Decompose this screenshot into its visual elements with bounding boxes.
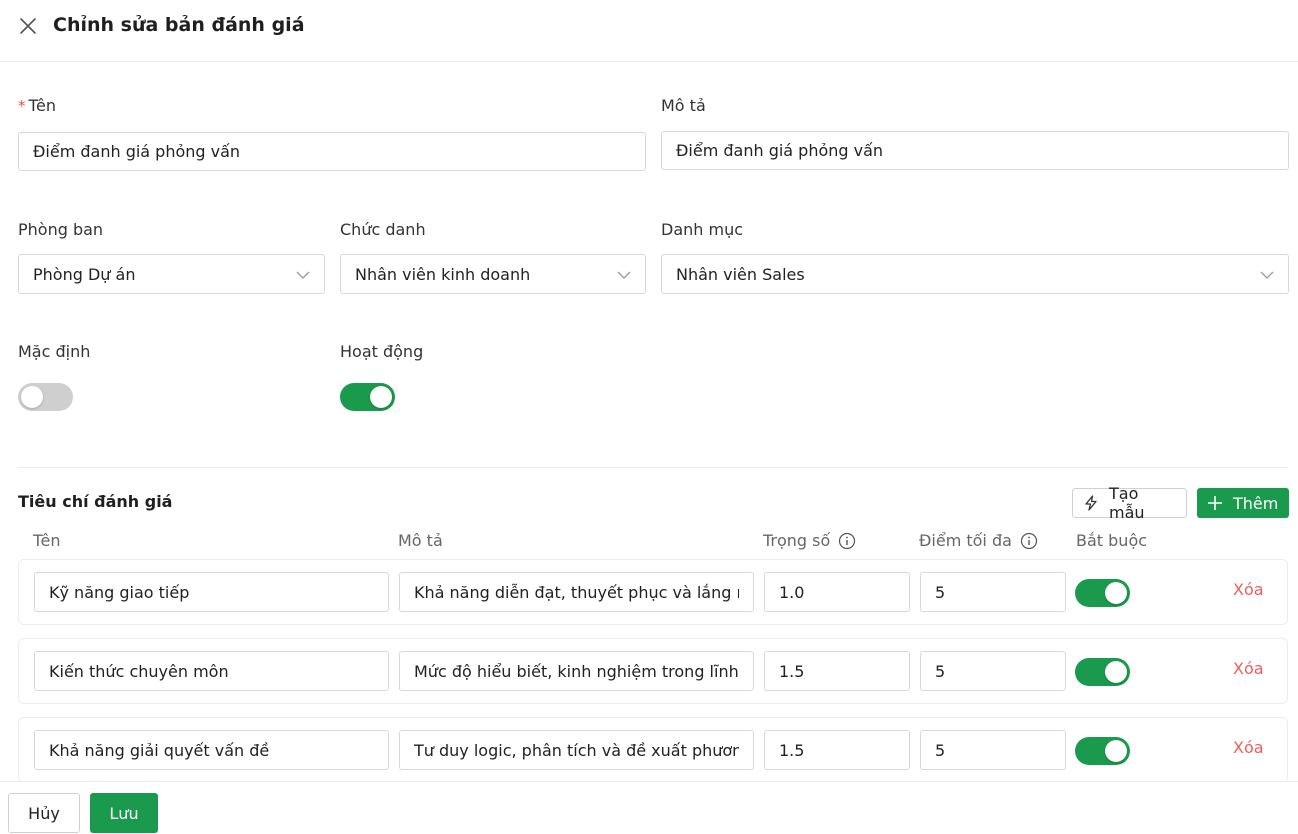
delete-criterion-link[interactable]: Xóa xyxy=(1233,580,1264,599)
criterion-name-input[interactable] xyxy=(34,730,389,770)
category-label: Danh mục xyxy=(661,220,744,239)
add-criterion-label: Thêm xyxy=(1233,493,1279,513)
toggle-knob xyxy=(1105,740,1127,762)
criterion-weight-input[interactable] xyxy=(764,651,910,691)
column-weight-text: Trọng số xyxy=(763,531,831,550)
department-select[interactable]: Phòng Dự án xyxy=(18,254,325,294)
position-value: Nhân viên kinh doanh xyxy=(355,264,531,284)
description-input[interactable] xyxy=(661,131,1289,170)
chevron-down-icon xyxy=(617,267,631,281)
create-template-label: Tạo mẫu xyxy=(1109,484,1145,522)
position-label: Chức danh xyxy=(340,220,426,239)
criterion-required-toggle[interactable] xyxy=(1075,579,1130,607)
info-icon[interactable] xyxy=(838,532,856,550)
lightning-icon xyxy=(1083,495,1099,511)
department-label: Phòng ban xyxy=(18,220,104,239)
criterion-row: Xóa xyxy=(18,638,1288,704)
criterion-weight-input[interactable] xyxy=(764,572,910,612)
default-toggle[interactable] xyxy=(18,383,73,411)
column-header-max-score: Điểm tối đa xyxy=(919,531,1038,550)
toggle-knob xyxy=(1105,661,1127,683)
criteria-title: Tiêu chí đánh giá xyxy=(18,492,173,511)
create-template-button[interactable]: Tạo mẫu xyxy=(1072,484,1187,522)
delete-criterion-link[interactable]: Xóa xyxy=(1233,659,1264,678)
column-name-text: Tên xyxy=(33,531,61,550)
chevron-down-icon xyxy=(296,267,310,281)
plus-icon xyxy=(1207,495,1223,511)
criterion-max-score-input[interactable] xyxy=(920,572,1066,612)
category-select[interactable]: Nhân viên Sales xyxy=(661,254,1289,294)
criterion-row: Xóa xyxy=(18,717,1288,783)
page-title: Chỉnh sửa bản đánh giá xyxy=(53,14,305,36)
save-button[interactable]: Lưu xyxy=(90,793,158,833)
column-header-weight: Trọng số xyxy=(763,531,856,550)
criterion-description-input[interactable] xyxy=(399,651,754,691)
toggle-knob xyxy=(21,386,43,408)
position-select[interactable]: Nhân viên kinh doanh xyxy=(340,254,646,294)
criterion-row: Xóa xyxy=(18,559,1288,625)
criterion-name-input[interactable] xyxy=(34,572,389,612)
column-header-description: Mô tả xyxy=(398,531,443,550)
criterion-description-input[interactable] xyxy=(399,572,754,612)
close-icon[interactable] xyxy=(18,16,38,36)
name-label-text: Tên xyxy=(28,96,57,115)
active-toggle[interactable] xyxy=(340,383,395,411)
name-input[interactable] xyxy=(18,132,646,171)
toggle-knob xyxy=(370,386,392,408)
cancel-button[interactable]: Hủy xyxy=(8,793,80,833)
info-icon[interactable] xyxy=(1020,532,1038,550)
criterion-weight-input[interactable] xyxy=(764,730,910,770)
delete-criterion-link[interactable]: Xóa xyxy=(1233,738,1264,757)
criterion-description-input[interactable] xyxy=(399,730,754,770)
criterion-max-score-input[interactable] xyxy=(920,730,1066,770)
chevron-down-icon xyxy=(1260,267,1274,281)
column-max-score-text: Điểm tối đa xyxy=(919,531,1012,550)
name-label: * Tên xyxy=(18,96,56,115)
column-description-text: Mô tả xyxy=(398,531,443,550)
dialog-header: Chỉnh sửa bản đánh giá xyxy=(0,0,1298,62)
criterion-max-score-input[interactable] xyxy=(920,651,1066,691)
section-divider xyxy=(18,467,1288,468)
active-label: Hoạt động xyxy=(340,342,424,361)
required-mark: * xyxy=(18,97,26,115)
criterion-required-toggle[interactable] xyxy=(1075,658,1130,686)
column-header-required: Bắt buộc xyxy=(1076,531,1147,550)
default-label: Mặc định xyxy=(18,342,91,361)
criterion-name-input[interactable] xyxy=(34,651,389,691)
column-header-name: Tên xyxy=(33,531,61,550)
criterion-required-toggle[interactable] xyxy=(1075,737,1130,765)
description-label: Mô tả xyxy=(661,96,706,115)
department-value: Phòng Dự án xyxy=(33,264,136,284)
dialog-footer: Hủy Lưu xyxy=(0,781,1298,834)
toggle-knob xyxy=(1105,582,1127,604)
category-value: Nhân viên Sales xyxy=(676,264,805,284)
add-criterion-button[interactable]: Thêm xyxy=(1197,488,1289,518)
column-required-text: Bắt buộc xyxy=(1076,531,1148,550)
